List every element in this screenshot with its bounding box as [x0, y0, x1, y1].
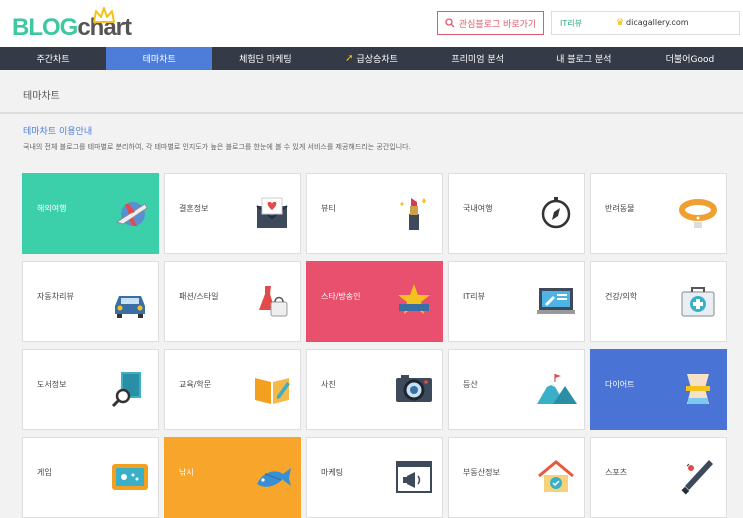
theme-tile[interactable]: 건강/의학 [590, 261, 727, 342]
theme-label: 낚시 [179, 468, 194, 477]
nav-premium-analysis[interactable]: 프리미엄 분석 [425, 47, 531, 70]
theme-tile[interactable]: 스포츠 [590, 437, 727, 518]
theme-tile[interactable]: 다이어트 [590, 349, 727, 430]
theme-tile[interactable]: 결혼정보 [164, 173, 301, 254]
theme-label: 결혼정보 [179, 204, 209, 213]
info-title: 테마차트 이용안내 [23, 127, 93, 137]
theme-label: 해외여행 [37, 204, 67, 213]
theme-tile[interactable]: 뷰티 [306, 173, 443, 254]
theme-tile[interactable]: 낚시 [164, 437, 301, 518]
theme-label: 자동차리뷰 [37, 292, 74, 301]
fish-icon [251, 456, 293, 498]
star-icon [393, 280, 435, 322]
lipstick-icon [393, 192, 435, 234]
theme-label: IT리뷰 [463, 292, 485, 301]
theme-label: 사진 [321, 380, 336, 389]
theme-label: 부동산정보 [463, 468, 500, 477]
theme-label: 교육/학문 [179, 380, 212, 389]
theme-label: 뷰티 [321, 204, 336, 213]
theme-tile[interactable]: IT리뷰 [448, 261, 585, 342]
first-aid-kit-icon [677, 280, 719, 322]
header: BLOGchart 관심블로그 바로가기 IT리뷰 ♛ dicagallery.c… [0, 0, 743, 47]
mountain-icon [535, 368, 577, 410]
user-category: IT리뷰 [560, 18, 582, 28]
theme-tile[interactable]: 국내여행 [448, 173, 585, 254]
info-description: 국내의 전체 블로그를 테마별로 분리하여, 각 테마별로 인지도가 높은 블로… [23, 143, 411, 151]
theme-tile[interactable]: 반려동물 [590, 173, 727, 254]
theme-label: 등산 [463, 380, 478, 389]
nav-together-good[interactable]: 더불어Good [637, 47, 743, 70]
page-title-bar: 테마차트 [0, 70, 743, 114]
theme-label: 다이어트 [605, 380, 635, 389]
love-letter-icon [251, 192, 293, 234]
lightning-icon: ➚ [345, 53, 354, 64]
dress-bag-icon [251, 280, 293, 322]
theme-tile[interactable]: 도서정보 [22, 349, 159, 430]
theme-label: 국내여행 [463, 204, 493, 213]
main-nav: 주간차트 테마차트 체험단 마케팅 ➚ 급상승차트 프리미엄 분석 내 블로그 분… [0, 47, 743, 70]
theme-label: 스포츠 [605, 468, 628, 477]
open-book-pencil-icon [251, 368, 293, 410]
theme-label: 게임 [37, 468, 52, 477]
theme-label: 반려동물 [605, 204, 635, 213]
favorite-blog-button[interactable]: 관심블로그 바로가기 [437, 11, 544, 35]
crown-small-icon: ♛ [615, 18, 625, 28]
compass-icon [535, 192, 577, 234]
theme-tile[interactable]: 등산 [448, 349, 585, 430]
theme-tile[interactable]: 스타/방송인 [306, 261, 443, 342]
theme-tile[interactable]: 사진 [306, 349, 443, 430]
dog-collar-icon [677, 192, 719, 234]
theme-tile[interactable]: 자동차리뷰 [22, 261, 159, 342]
theme-tile[interactable]: 마케팅 [306, 437, 443, 518]
theme-label: 마케팅 [321, 468, 344, 477]
house-check-icon [535, 456, 577, 498]
nav-my-blog-analysis[interactable]: 내 블로그 분석 [531, 47, 637, 70]
car-icon [109, 280, 151, 322]
theme-tile[interactable]: 패션/스타일 [164, 261, 301, 342]
nav-theme-chart[interactable]: 테마차트 [106, 47, 213, 70]
megaphone-window-icon [393, 456, 435, 498]
monitor-icon [535, 280, 577, 322]
theme-label: 도서정보 [37, 380, 67, 389]
nav-experience-marketing[interactable]: 체험단 마케팅 [212, 47, 318, 70]
nav-weekly-chart[interactable]: 주간차트 [0, 47, 106, 70]
user-blog-selector[interactable]: IT리뷰 ♛ dicagallery.com [551, 11, 740, 35]
game-screen-icon [109, 456, 151, 498]
theme-tile[interactable]: 교육/학문 [164, 349, 301, 430]
airplane-icon [109, 192, 151, 234]
theme-tile[interactable]: 해외여행 [22, 173, 159, 254]
camera-icon [393, 368, 435, 410]
search-icon [445, 18, 455, 28]
theme-tile[interactable]: 게임 [22, 437, 159, 518]
page-title: 테마차트 [23, 91, 60, 102]
nav-rising-chart[interactable]: ➚ 급상승차트 [318, 47, 424, 70]
crown-icon [93, 7, 115, 23]
user-blog-name: ♛ dicagallery.com [615, 18, 689, 28]
theme-label: 패션/스타일 [179, 292, 219, 301]
theme-label: 건강/의학 [605, 292, 638, 301]
sports-bat-icon [677, 456, 719, 498]
theme-label: 스타/방송인 [321, 292, 361, 301]
book-search-icon [109, 368, 151, 410]
waist-measure-icon [677, 368, 719, 410]
theme-tile[interactable]: 부동산정보 [448, 437, 585, 518]
